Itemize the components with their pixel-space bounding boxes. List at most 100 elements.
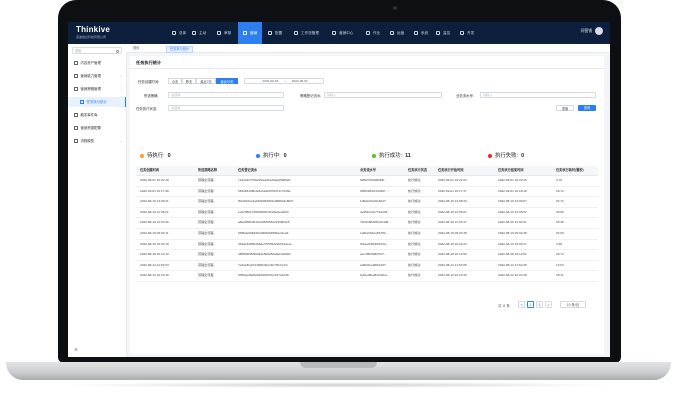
time-option-7days[interactable]: 最近7天	[196, 78, 216, 84]
table-cell: 35.38	[556, 220, 564, 225]
table-cell: 9395de0983d4cd9b6018f8f2acf1ea9	[238, 231, 289, 235]
table-cell: 营销全流程	[198, 220, 214, 225]
success-dot	[372, 153, 376, 158]
nav-item-overview[interactable]: 总体	[172, 22, 186, 44]
table-cell: 29.73	[556, 252, 564, 257]
status-select[interactable]: 请选择	[168, 105, 284, 111]
tab-task-stats[interactable]: 任务执行统计	[166, 45, 194, 53]
laptop-base	[0, 362, 677, 408]
time-option-30days[interactable]: 最近30天	[216, 78, 238, 84]
table-cell: 2022-09-01 16:17:48	[140, 188, 169, 193]
table-cell: 71d4c9d7758e9f0ea91bd5a2d5908a0	[238, 178, 291, 182]
nav-item-config[interactable]: 配置	[268, 22, 282, 44]
next-page-button[interactable]: >	[545, 301, 552, 308]
prev-page-button[interactable]: <	[518, 301, 525, 308]
page-title: 任务执行统计	[136, 60, 162, 65]
page-size-select[interactable]: 10 条/页	[560, 301, 586, 308]
table-cell: 2022-08-12 21:52:05	[438, 262, 467, 267]
sidebar-item-strategy[interactable]: 营销策略管理 ⌃	[68, 84, 126, 94]
nav-item-monitor[interactable]: 监控	[436, 22, 450, 44]
table-cell: 营销全流程	[198, 252, 214, 257]
jobs-icon	[366, 31, 370, 36]
page-1-button[interactable]: 1	[527, 301, 534, 308]
sidebar-item-task-stats[interactable]: 任务执行统计	[68, 97, 126, 107]
table-cell: ad6f4bce9f0b4197...	[360, 262, 389, 267]
stat-failed: 执行失败: 0	[488, 151, 524, 159]
record-input[interactable]: 请输入	[324, 92, 442, 98]
strategy-select[interactable]: 请选择	[168, 92, 284, 98]
nav-item-marketing-center[interactable]: 营销中心	[332, 22, 353, 44]
nav-item-develop[interactable]: 开发	[460, 22, 474, 44]
column-header: 任务执行状态	[408, 168, 428, 172]
table-cell: 执行成功	[408, 273, 421, 278]
failed-dot	[488, 153, 492, 158]
sidebar-item-flow-model[interactable]: 流程模型 ⌄	[68, 136, 126, 146]
center-icon	[332, 31, 336, 36]
table-cell: 2022-09-01 16:22:18	[140, 178, 169, 182]
stat-success: 执行成功: 11	[372, 151, 411, 159]
table-cell: 2022-08-12 16:23:40	[140, 273, 169, 278]
serial-input[interactable]: 请输入	[480, 92, 596, 98]
table-cell: 2022-08-19 12:05:21	[438, 209, 467, 214]
sidebar-search-input[interactable]: 搜索	[72, 47, 122, 54]
search-icon[interactable]	[116, 49, 119, 53]
table-cell: 2022-08-18 16:12:10	[140, 252, 169, 257]
time-option-today[interactable]: 今天	[168, 78, 182, 84]
user-menu[interactable]: 问营销	[580, 27, 603, 35]
table-cell: 营销全流程	[198, 231, 214, 235]
table-cell: 9b56ac38e8a32840007de3f17a4138	[238, 273, 289, 278]
nav-item-active[interactable]: 主动	[192, 22, 206, 44]
collapse-icon[interactable]: ☰	[74, 347, 78, 352]
nav-item-system[interactable]: 系统	[414, 22, 428, 44]
table-cell: 2022-08-19 12:03:47	[438, 220, 467, 225]
table-cell: 2022-08-19 12:03:46	[140, 220, 169, 225]
table-cell: 7bf19d9b8d5c1b4d8...	[360, 220, 391, 225]
query-button[interactable]: 查询	[578, 105, 596, 111]
table-cell: 2022-09-01 16:18:18	[498, 188, 527, 193]
brand-subtitle: 思迪信息科技有限公司	[76, 35, 107, 39]
brand-logo[interactable]: Thinkive	[76, 25, 110, 34]
sidebar-item-resources[interactable]: 营销资源配置	[68, 123, 126, 133]
table-cell: fe32ed8ed81bd1ba...	[360, 273, 390, 278]
table-cell: 2022-08-12 21:52:03	[140, 262, 169, 267]
page-tabs: 首页 任务执行统计	[126, 44, 610, 53]
table-cell: 1a5b2c5bca53780...	[360, 231, 389, 235]
sidebar-item-capability[interactable]: 营销能力管理 ⌄	[68, 71, 126, 81]
table-cell: 5824651d8b324eb2ab87f9371c7318d	[238, 188, 291, 193]
config-icon	[268, 31, 272, 36]
top-navigation: Thinkive 思迪信息科技有限公司 总体 主动 审核 营销 配置 工作流管理…	[68, 22, 610, 44]
tab-home[interactable]: 首页	[130, 46, 142, 51]
sidebar-item-content-assets[interactable]: 内容资产管理	[68, 58, 126, 68]
time-filter-label: 任务创建时间:	[138, 80, 160, 84]
nav-item-operations[interactable]: 运营	[390, 22, 404, 44]
table-cell: 2022-08-12 16:23:40	[438, 273, 467, 278]
nav-item-jobs[interactable]: 作业	[366, 22, 380, 44]
sidebar-item-trigger-events[interactable]: 触发事件库	[68, 110, 126, 120]
page-2-button[interactable]: 2	[536, 301, 543, 308]
table-cell: 2022-08-18 16:12:51	[498, 252, 527, 257]
table-cell: 2022-08-19 13:09:41	[140, 199, 169, 204]
user-name: 问营销	[580, 29, 592, 33]
time-option-yesterday[interactable]: 昨天	[182, 78, 196, 84]
table-cell: d49de628803348e7f55b5d22b613acce	[238, 241, 292, 246]
date-range-picker[interactable]: 2022-09-03 ~ 2022-09-02	[244, 78, 324, 84]
avatar[interactable]	[595, 27, 603, 35]
laptop-notch	[300, 362, 377, 368]
table-cell: 2022-08-19 16:24:22	[438, 241, 467, 246]
column-header: 任务创建时间	[140, 168, 160, 172]
table-row[interactable]: 2022-08-12 16:23:40 营销全流程 9b56ac38e8a32840…	[136, 270, 598, 282]
table-cell: 35.41	[556, 273, 564, 278]
reset-button[interactable]: 重置	[556, 105, 574, 111]
table-cell: 营销全流程	[198, 209, 214, 214]
nav-item-review[interactable]: 审核	[217, 22, 231, 44]
column-header: 任务登记流水	[238, 168, 258, 172]
table-cell: bd942c0e0de8247...	[360, 199, 389, 204]
table-cell: 执行成功	[408, 262, 421, 267]
nav-item-workflow[interactable]: 工作流管理	[294, 22, 319, 44]
nav-item-marketing[interactable]: 营销	[238, 22, 263, 44]
table-cell: 2022-08-19 16:24:27	[498, 241, 527, 246]
table-cell: 营销全流程	[198, 262, 214, 267]
total-count: 共 11 条	[498, 304, 510, 308]
table-cell: 执行成功	[408, 231, 421, 235]
table-cell: 26.60	[556, 231, 564, 235]
